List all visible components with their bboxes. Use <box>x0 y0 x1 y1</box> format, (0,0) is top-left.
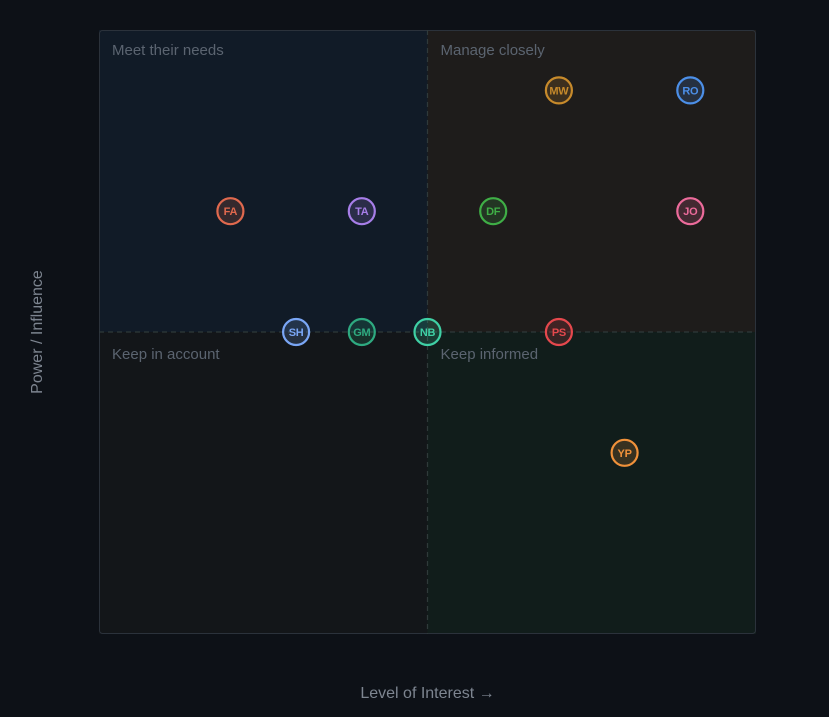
stakeholder-marker-initials: DF <box>486 206 501 218</box>
stakeholder-marker-initials: TA <box>355 206 369 218</box>
stakeholder-marker-gm[interactable]: GM <box>347 317 376 347</box>
quadrant-keep-in-account <box>99 332 428 634</box>
stakeholder-marker-jo[interactable]: JO <box>676 197 705 226</box>
quadrant-keep-informed <box>427 332 756 634</box>
stakeholder-marker-fa[interactable]: FA <box>216 197 245 226</box>
stakeholder-marker-sh[interactable]: SH <box>282 317 311 347</box>
stakeholder-marker-ta[interactable]: TA <box>347 197 376 226</box>
stakeholder-marker-initials: YP <box>618 448 632 460</box>
stakeholder-matrix: Meet their needs Manage closely Keep in … <box>0 0 829 717</box>
stakeholder-marker-initials: RO <box>682 85 699 97</box>
quadrant-meet-their-needs <box>99 30 428 332</box>
stakeholder-marker-initials: NB <box>420 327 436 339</box>
x-axis-label: Level of Interest → <box>360 685 494 702</box>
stakeholder-marker-initials: MW <box>549 85 569 97</box>
stakeholder-marker-yp[interactable]: YP <box>610 438 639 467</box>
stakeholder-marker-nb[interactable]: NB <box>413 317 442 347</box>
stakeholder-marker-initials: GM <box>353 327 370 339</box>
quadrant-label-keep-in-account: Keep in account <box>112 346 220 363</box>
quadrant-label-keep-informed: Keep informed <box>441 346 539 363</box>
quadrant-label-manage-closely: Manage closely <box>441 42 546 59</box>
y-axis-label: Power / Influence <box>29 270 46 394</box>
quadrant-label-meet-their-needs: Meet their needs <box>112 42 224 59</box>
stakeholder-marker-df[interactable]: DF <box>479 197 508 226</box>
stakeholder-marker-initials: PS <box>552 327 566 339</box>
stakeholder-marker-ro[interactable]: RO <box>676 76 705 105</box>
stakeholder-marker-initials: SH <box>289 327 304 339</box>
stakeholder-marker-initials: JO <box>683 206 698 218</box>
stakeholder-marker-mw[interactable]: MW <box>544 76 574 105</box>
stakeholder-matrix-chart: Meet their needs Manage closely Keep in … <box>29 30 756 702</box>
stakeholder-marker-initials: FA <box>224 206 238 218</box>
quadrant-manage-closely <box>427 30 756 332</box>
stakeholder-marker-ps[interactable]: PS <box>544 317 574 347</box>
